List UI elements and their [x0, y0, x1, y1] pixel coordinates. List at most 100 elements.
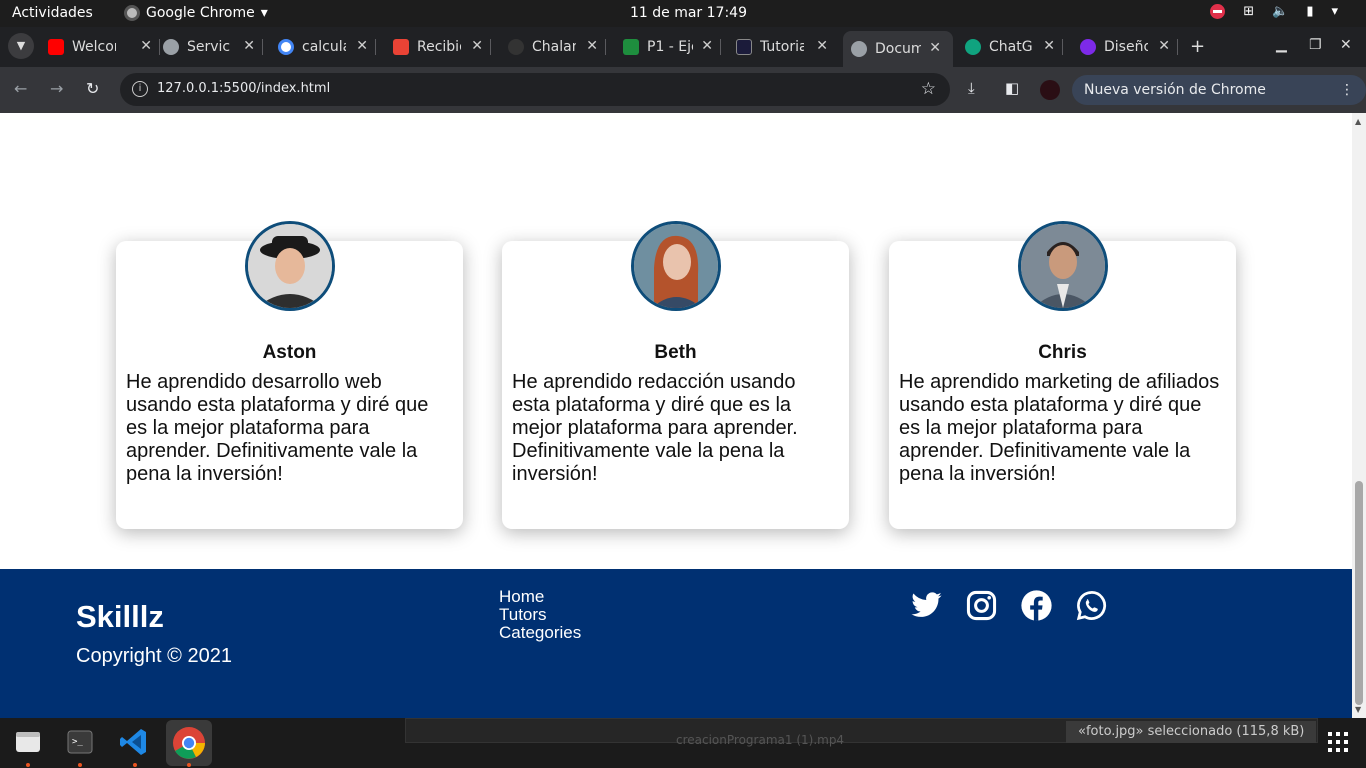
- download-shelf: creacionPrograma1 (1).mp4 «foto.jpg» sel…: [405, 718, 1318, 747]
- social-links: [910, 589, 1108, 622]
- bookmark-star-icon[interactable]: ☆: [921, 79, 936, 99]
- testimonial-text: He aprendido redacción usando esta plata…: [512, 371, 798, 485]
- scroll-down-arrow-icon[interactable]: ▼: [1355, 705, 1361, 714]
- app-menu[interactable]: Google Chrome ▾: [124, 5, 268, 21]
- minimize-button[interactable]: ▁: [1276, 37, 1287, 53]
- close-icon[interactable]: ✕: [701, 38, 713, 54]
- tab-welcome[interactable]: Welcome ✕: [48, 31, 160, 63]
- reload-button[interactable]: ↻: [86, 79, 99, 98]
- scrollbar-thumb[interactable]: [1355, 481, 1363, 705]
- github-icon: [508, 39, 524, 55]
- tab-title: Chalan: [532, 39, 576, 55]
- tab-title: Tutorial: [760, 39, 804, 55]
- system-top-bar: Actividades Google Chrome ▾ 11 de mar 17…: [0, 0, 1366, 27]
- close-window-button[interactable]: ✕: [1340, 37, 1352, 53]
- network-icon: ⊞: [1243, 4, 1255, 19]
- update-label: Nueva versión de Chrome disponible: [1084, 82, 1266, 128]
- show-apps-icon[interactable]: [1328, 732, 1348, 752]
- facebook-icon[interactable]: [1020, 589, 1053, 622]
- testimonial-text: He aprendido marketing de afiliados usan…: [899, 371, 1220, 485]
- twitter-icon[interactable]: [910, 589, 943, 622]
- chrome-app-icon[interactable]: [166, 720, 212, 766]
- close-icon[interactable]: ✕: [1043, 38, 1055, 54]
- footer-brand: Skilllz: [76, 599, 164, 634]
- footer-link-categories[interactable]: Categories: [499, 624, 581, 642]
- avatar: [630, 221, 721, 311]
- tab-servicios[interactable]: Servicios ✕: [163, 31, 263, 63]
- whatsapp-icon[interactable]: [1075, 589, 1108, 622]
- tab-title: Welcome: [72, 39, 116, 55]
- new-tab-button[interactable]: +: [1190, 36, 1205, 57]
- update-chrome-button[interactable]: Nueva versión de Chrome disponible ⋮: [1072, 75, 1366, 128]
- globe-icon: [163, 39, 179, 55]
- tab-recibidos[interactable]: Recibidos ✕: [393, 31, 491, 63]
- tab-title: Recibidos: [417, 39, 461, 55]
- footer-link-tutors[interactable]: Tutors: [499, 606, 581, 624]
- tab-diseno[interactable]: Diseño ✕: [1080, 31, 1178, 63]
- back-button[interactable]: ←: [14, 79, 27, 98]
- tab-title: ChatGPT: [989, 39, 1033, 55]
- close-icon[interactable]: ✕: [929, 40, 941, 56]
- download-icon[interactable]: ⤓: [968, 79, 975, 97]
- testimonial-card: Beth He aprendido redacción usando esta …: [502, 221, 849, 529]
- close-icon[interactable]: ✕: [1158, 38, 1170, 54]
- close-icon[interactable]: ✕: [243, 38, 255, 54]
- testimonial-card: Chris He aprendido marketing de afiliado…: [889, 221, 1236, 529]
- gmail-icon: [393, 39, 409, 55]
- close-icon[interactable]: ✕: [356, 38, 368, 54]
- close-icon[interactable]: ✕: [140, 38, 152, 54]
- page-viewport: Aston He aprendido desarrollo web usando…: [0, 113, 1352, 718]
- testimonial-name: Aston: [262, 342, 317, 363]
- side-panel-icon[interactable]: ◧: [1005, 79, 1019, 97]
- testimonial-card: Aston He aprendido desarrollo web usando…: [116, 221, 463, 529]
- google-icon: [278, 39, 294, 55]
- close-icon[interactable]: ✕: [586, 38, 598, 54]
- tab-tutorial[interactable]: Tutorial ✕: [736, 31, 828, 63]
- tab-search-button[interactable]: ▼: [8, 33, 34, 59]
- site-footer: Skilllz Copyright © 2021 Home Tutors Cat…: [0, 569, 1352, 718]
- astro-icon: [736, 39, 752, 55]
- tab-title: calculadora: [302, 39, 346, 55]
- clock[interactable]: 11 de mar 17:49: [630, 5, 747, 21]
- testimonial-text: He aprendido desarrollo web usando esta …: [126, 371, 429, 485]
- terminal-app-icon[interactable]: >_: [62, 724, 98, 760]
- chevron-down-icon: ▾: [1331, 4, 1338, 19]
- system-tray[interactable]: ⊞ 🔈 ▮ ▾: [1210, 4, 1338, 19]
- copyright-text: Copyright © 2021: [76, 645, 232, 667]
- address-bar[interactable]: i 127.0.0.1:5500/index.html ☆: [120, 73, 950, 106]
- close-icon[interactable]: ✕: [816, 38, 828, 54]
- battery-icon: ▮: [1306, 4, 1314, 19]
- avatar: [244, 221, 335, 311]
- footer-links: Home Tutors Categories: [499, 588, 581, 642]
- url-text[interactable]: 127.0.0.1:5500/index.html: [157, 81, 330, 96]
- volume-icon: 🔈: [1272, 4, 1289, 19]
- profile-avatar[interactable]: [1040, 80, 1060, 100]
- activities-button[interactable]: Actividades: [12, 5, 93, 21]
- instagram-icon[interactable]: [965, 589, 998, 622]
- tab-title: Servicios: [187, 39, 231, 55]
- tab-p1-ejercicio[interactable]: P1 - Ejercicio ✕: [623, 31, 721, 63]
- taskbar: creacionPrograma1 (1).mp4 «foto.jpg» sel…: [0, 718, 1366, 768]
- svg-text:>_: >_: [72, 737, 83, 747]
- scroll-up-arrow-icon[interactable]: ▲: [1355, 117, 1361, 126]
- tab-chalan[interactable]: Chalan ✕: [508, 31, 606, 63]
- vscode-app-icon[interactable]: [116, 724, 152, 760]
- forward-button[interactable]: →: [50, 79, 63, 98]
- page-scrollbar[interactable]: ▲ ▼: [1352, 113, 1366, 718]
- chrome-icon: [124, 5, 140, 21]
- files-app-icon[interactable]: [10, 724, 46, 760]
- tab-chatgpt[interactable]: ChatGPT ✕: [965, 31, 1063, 63]
- close-icon[interactable]: ✕: [471, 38, 483, 54]
- site-info-icon[interactable]: i: [132, 81, 148, 97]
- testimonial-name: Chris: [1038, 342, 1087, 363]
- tab-document[interactable]: Document ✕: [843, 31, 953, 67]
- classroom-icon: [623, 39, 639, 55]
- canva-icon: [1080, 39, 1096, 55]
- download-ghost-text: creacionPrograma1 (1).mp4: [676, 733, 845, 747]
- footer-link-home[interactable]: Home: [499, 588, 581, 606]
- maximize-button[interactable]: ❐: [1309, 37, 1322, 53]
- tab-calculadora[interactable]: calculadora ✕: [278, 31, 376, 63]
- browser-toolbar: ← → ↻ i 127.0.0.1:5500/index.html ☆ ⤓ ◧ …: [0, 67, 1366, 128]
- tab-title: Diseño: [1104, 39, 1148, 55]
- do-not-disturb-icon: [1210, 4, 1226, 19]
